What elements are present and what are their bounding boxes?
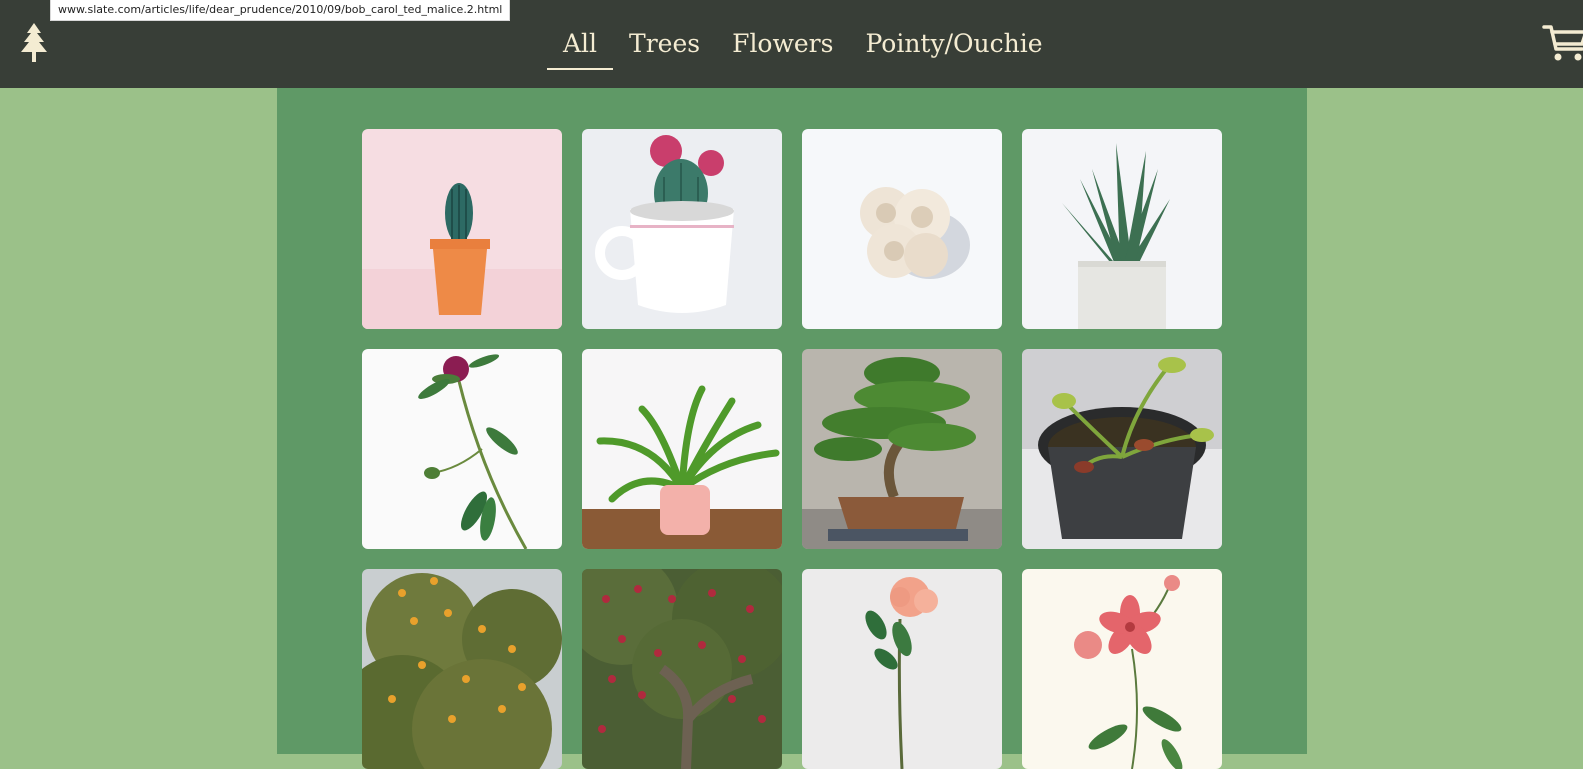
product-card-bonsai-tree[interactable] (802, 349, 1002, 549)
product-card-botanical-illustration[interactable] (1022, 569, 1222, 769)
product-card-flowering-cactus-cup[interactable] (582, 129, 782, 329)
product-card-venus-flytrap[interactable] (1022, 349, 1222, 549)
link-url-tooltip: www.slate.com/articles/life/dear_prudenc… (50, 0, 511, 21)
product-card-apple-tree[interactable] (582, 569, 782, 769)
pine-tree-icon[interactable] (17, 22, 51, 64)
product-card-fern-pink-pot[interactable] (582, 349, 782, 549)
product-card-peach-rose[interactable] (802, 569, 1002, 769)
product-card-cactus-orange-pot[interactable] (362, 129, 562, 329)
tab-all[interactable]: All (547, 26, 614, 72)
product-card-orange-tree[interactable] (362, 569, 562, 769)
product-card-aloe-white-pot[interactable] (1022, 129, 1222, 329)
product-grid (362, 129, 1222, 769)
product-card-white-roses[interactable] (802, 129, 1002, 329)
shopping-cart-icon[interactable] (1542, 22, 1583, 64)
tab-flowers[interactable]: Flowers (716, 26, 849, 72)
product-gallery (277, 88, 1307, 769)
tab-trees[interactable]: Trees (613, 26, 716, 72)
product-card-peony-stem[interactable] (362, 349, 562, 549)
tab-pointy-ouchie[interactable]: Pointy/Ouchie (849, 26, 1058, 72)
category-tabs: All Trees Flowers Pointy/Ouchie (547, 26, 1059, 72)
